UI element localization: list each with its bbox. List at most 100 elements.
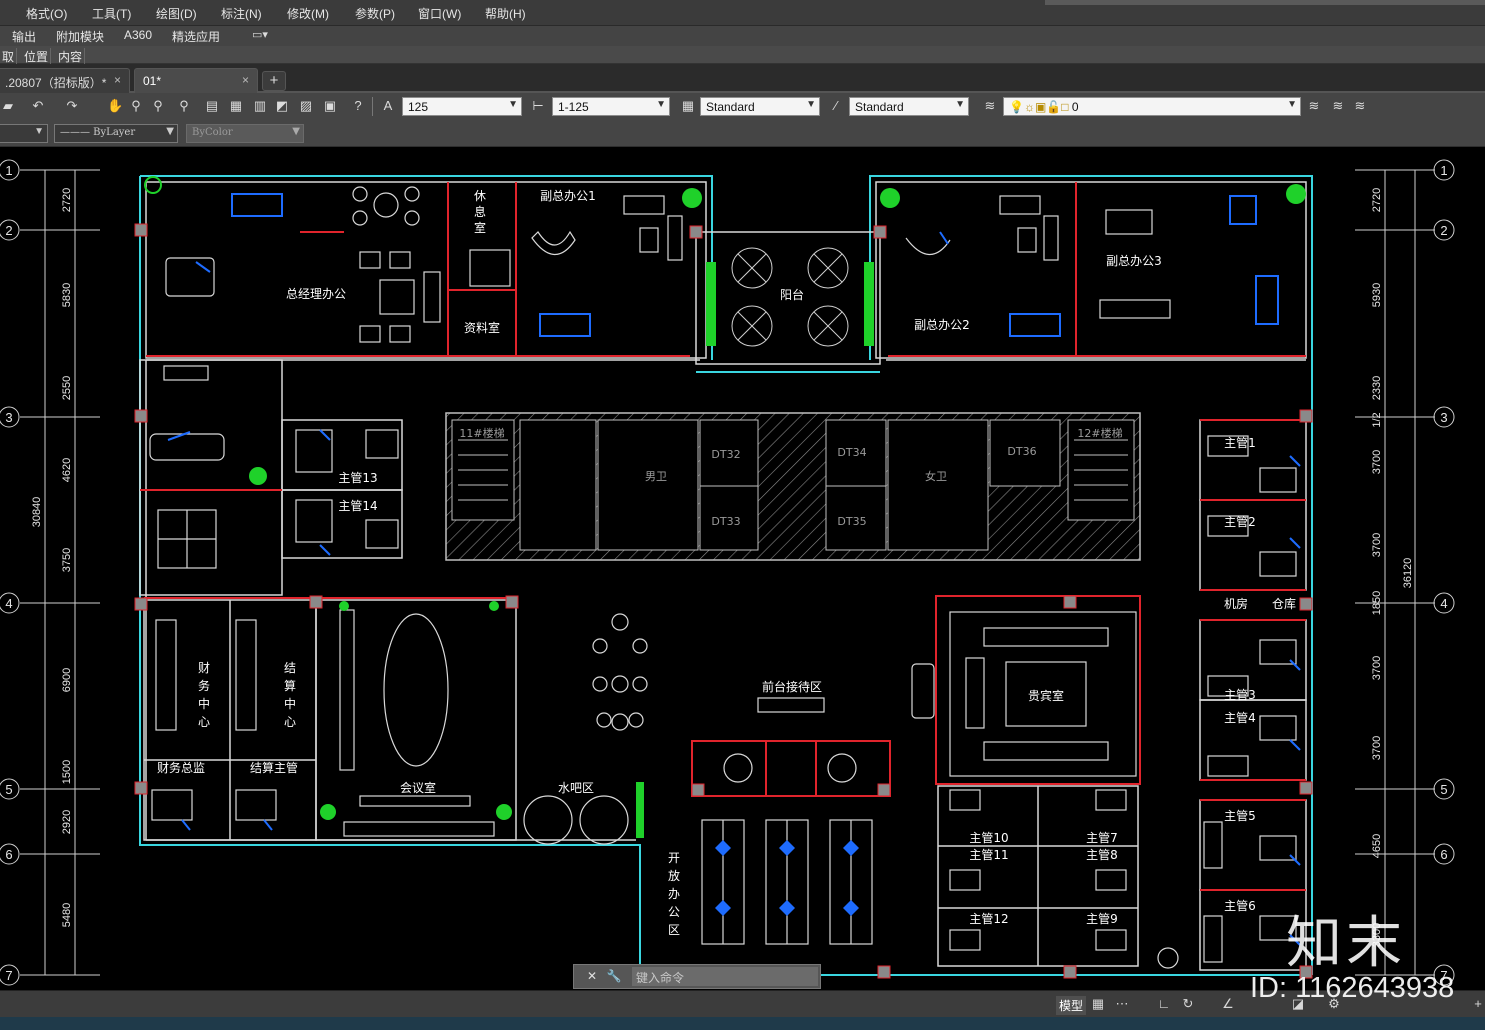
- room-label-settlement-supervisor: 结算主管: [250, 760, 298, 775]
- layer-select[interactable]: 💡☼▣🔓□ 0 ▼: [1003, 97, 1301, 116]
- room-label-rest: 息: [474, 204, 486, 219]
- doc-tab-bid-version[interactable]: .20807（招标版）* ×: [0, 68, 130, 93]
- layer-state-icons: 💡☼▣🔓□: [1009, 100, 1072, 114]
- customize-icon[interactable]: +: [1470, 996, 1485, 1012]
- room-label-supervisor: 主管12: [969, 911, 1008, 926]
- room-label-finance-director: 财务总监: [157, 760, 205, 775]
- snap-icon[interactable]: ⋯: [1114, 996, 1130, 1012]
- layer-previous-icon[interactable]: ≋: [1330, 98, 1346, 114]
- chevron-down-icon: ▼: [656, 99, 666, 110]
- calculator-icon[interactable]: ▣: [322, 98, 338, 114]
- lineweight-value: ByColor: [192, 127, 233, 138]
- room-label-archive: 资料室: [464, 320, 500, 335]
- pan-icon[interactable]: ✋: [107, 98, 123, 114]
- close-icon[interactable]: ✕: [584, 968, 600, 984]
- dim-text: 6900: [61, 668, 73, 692]
- room-label-finance: 务: [198, 678, 210, 693]
- dim-style-icon[interactable]: ⊢: [530, 98, 546, 114]
- zoom-realtime-icon[interactable]: ⚲: [128, 98, 144, 114]
- table-style-icon[interactable]: ▦: [680, 98, 696, 114]
- properties-icon[interactable]: ▤: [204, 98, 220, 114]
- room-label-open-office: 区: [668, 923, 680, 937]
- core-label-shaft: DT32: [711, 448, 740, 461]
- osnap-icon[interactable]: ∠: [1220, 996, 1236, 1012]
- make-current-layer-icon[interactable]: ≋: [1306, 98, 1322, 114]
- room-label-reception: 前台接待区: [762, 679, 822, 694]
- title-search-bar[interactable]: [1045, 0, 1485, 5]
- core-label-shaft: DT34: [837, 446, 866, 459]
- menu-format[interactable]: 格式(O): [26, 5, 67, 22]
- grid-label-right: 6: [1440, 847, 1447, 862]
- model-space-button[interactable]: 模型: [1056, 996, 1087, 1015]
- open-icon[interactable]: ▰: [0, 98, 16, 114]
- wrench-icon[interactable]: 🔧: [606, 968, 622, 984]
- menu-window[interactable]: 窗口(W): [418, 5, 461, 22]
- linetype-select[interactable]: ——— ByLayer ▼: [54, 124, 178, 143]
- ribbon-display-toggle-icon[interactable]: ▭▾: [252, 28, 268, 41]
- menu-dimension[interactable]: 标注(N): [221, 5, 262, 22]
- color-select[interactable]: ▼: [0, 124, 48, 143]
- design-center-icon[interactable]: ▦: [228, 98, 244, 114]
- panel-button-position[interactable]: 位置: [22, 48, 52, 65]
- undo-icon[interactable]: ↶: [30, 98, 46, 114]
- menu-help[interactable]: 帮助(H): [485, 5, 526, 22]
- zoom-previous-icon[interactable]: ⚲: [176, 98, 192, 114]
- close-icon[interactable]: ×: [114, 73, 121, 87]
- command-line: ✕ 🔧 键入命令: [573, 964, 821, 989]
- menu-parameters[interactable]: 参数(P): [355, 5, 395, 22]
- redo-icon[interactable]: ↷: [64, 98, 80, 114]
- tab-a360[interactable]: A360: [124, 28, 152, 42]
- lineweight-select[interactable]: ByColor ▼: [186, 124, 304, 143]
- tab-output[interactable]: 输出: [12, 28, 36, 45]
- core-label-shaft: DT33: [711, 515, 740, 528]
- dim-text: 2920: [61, 810, 73, 834]
- doc-tab-01[interactable]: 01* ×: [134, 68, 258, 93]
- room-label-supervisor: 主管13: [338, 470, 377, 485]
- chevron-down-icon: ▼: [292, 126, 300, 137]
- layer-value: 0: [1071, 100, 1079, 114]
- room-label-rest: 休: [474, 189, 486, 203]
- linetype-value: ——— ByLayer: [60, 127, 136, 138]
- layer-properties-icon[interactable]: ≋: [982, 98, 998, 114]
- dim-text: 5830: [61, 283, 73, 307]
- tab-addins[interactable]: 附加模块: [56, 28, 104, 45]
- markup-icon[interactable]: ▨: [298, 98, 314, 114]
- tool-palettes-icon[interactable]: ▥: [252, 98, 268, 114]
- room-label-open-office: 放: [668, 868, 680, 883]
- text-style-value: Standard: [706, 100, 755, 114]
- ribbon-tabs: 输出 附加模块 A360 精选应用 ▭▾: [0, 26, 1485, 46]
- dim-total-text: 36120: [1402, 558, 1414, 589]
- room-label-supervisor: 主管14: [338, 498, 377, 513]
- tab-featured-apps[interactable]: 精选应用: [172, 28, 220, 45]
- text-style-select[interactable]: Standard ▼: [700, 97, 820, 116]
- grid-label-left: 6: [5, 847, 12, 862]
- drawing-canvas[interactable]: 1 2 3 4 5 6 7 1 2 3 4 5 6 7 2720 5830 25…: [0, 148, 1485, 990]
- dim-text: 1850: [1371, 591, 1383, 615]
- layer-isolate-icon[interactable]: ≋: [1352, 98, 1368, 114]
- grid-label-right: 5: [1440, 782, 1447, 797]
- panel-button-content[interactable]: 内容: [56, 48, 86, 65]
- menu-modify[interactable]: 修改(M): [287, 5, 329, 22]
- menu-draw[interactable]: 绘图(D): [156, 5, 197, 22]
- toolbar-divider: [372, 97, 373, 116]
- zoom-window-icon[interactable]: ⚲: [150, 98, 166, 114]
- ortho-icon[interactable]: ∟: [1156, 996, 1172, 1012]
- multileader-style-icon[interactable]: ⁄: [828, 98, 844, 114]
- room-label-vip: 贵宾室: [1028, 688, 1064, 703]
- polar-icon[interactable]: ↻: [1180, 996, 1196, 1012]
- help-icon[interactable]: ?: [350, 98, 366, 114]
- room-label-finance: 中: [198, 696, 210, 711]
- annotation-scale-value: 1-125: [558, 100, 589, 114]
- command-input[interactable]: 键入命令: [632, 967, 818, 986]
- menu-tools[interactable]: 工具(T): [92, 5, 131, 22]
- annotation-scale-select[interactable]: 1-125 ▼: [552, 97, 670, 116]
- grid-icon[interactable]: ▦: [1090, 996, 1106, 1012]
- panel-button-fetch[interactable]: 取: [0, 48, 18, 65]
- new-tab-button[interactable]: +: [262, 71, 286, 91]
- text-style-icon[interactable]: A: [380, 98, 396, 114]
- room-label-settlement: 算: [284, 678, 296, 693]
- sheet-set-icon[interactable]: ◩: [274, 98, 290, 114]
- table-style-select[interactable]: Standard ▼: [849, 97, 969, 116]
- close-icon[interactable]: ×: [242, 73, 249, 87]
- dim-style-select[interactable]: 125 ▼: [402, 97, 522, 116]
